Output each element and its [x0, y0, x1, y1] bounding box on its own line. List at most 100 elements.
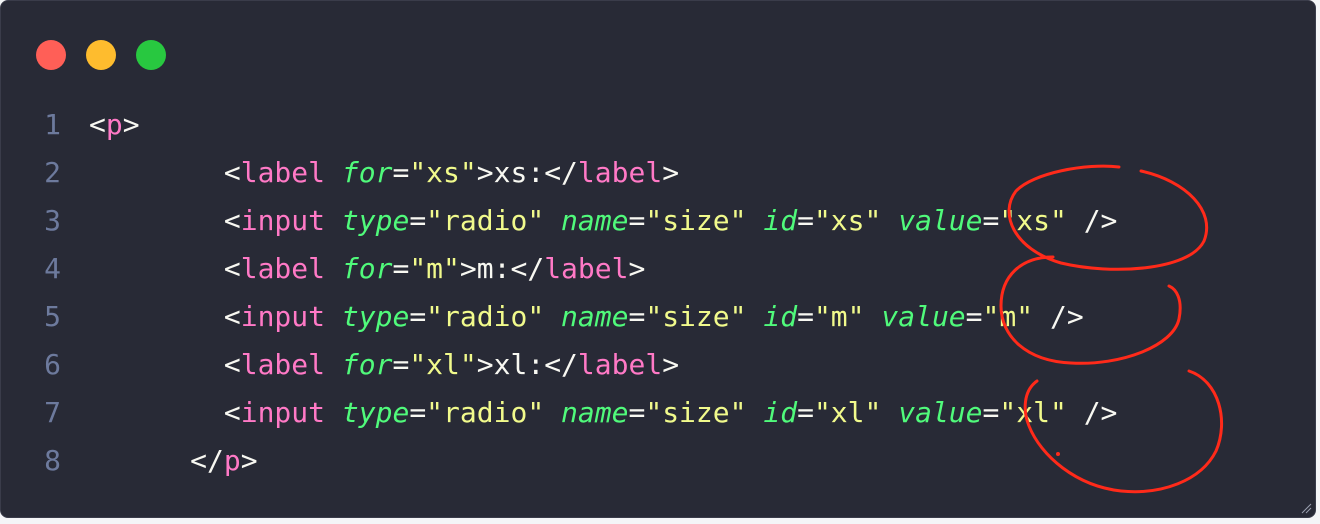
- punctuation-token: <: [223, 348, 241, 381]
- line-number: 8: [44, 444, 61, 477]
- line-number: 1: [44, 108, 61, 141]
- attribute-token: for: [341, 156, 393, 189]
- line-number: 3: [44, 204, 61, 237]
- line-content: </p>: [89, 437, 257, 485]
- line-number: 2: [44, 156, 61, 189]
- attribute-token: value: [881, 300, 966, 333]
- close-dot[interactable]: [36, 40, 66, 70]
- attribute-token: type: [341, 300, 410, 333]
- attribute-token: name: [561, 300, 629, 333]
- punctuation-token: <: [223, 204, 241, 237]
- string-token: "xl": [409, 348, 477, 381]
- string-token: "xl": [813, 396, 882, 429]
- line-content: <input type="radio" name="size" id="m" v…: [89, 293, 1084, 341]
- punctuation-token: <: [223, 252, 241, 285]
- punctuation-token: >: [628, 252, 646, 285]
- punctuation-token: =: [628, 396, 646, 429]
- string-token: "size": [645, 396, 747, 429]
- tag-name-token: p: [105, 108, 123, 141]
- attribute-token: value: [898, 396, 983, 429]
- punctuation-token: =: [965, 300, 983, 333]
- string-token: "m": [409, 252, 460, 285]
- string-token: "radio": [426, 300, 545, 333]
- punctuation-token: =: [392, 156, 410, 189]
- punctuation-token: </: [190, 444, 224, 477]
- punctuation-token: <: [223, 396, 241, 429]
- text-token: m:: [476, 252, 511, 285]
- code-window: 1 <p> 2 <label for="xs">xs:</label> 3 <inpu…: [0, 0, 1316, 518]
- tag-name-token: input: [240, 396, 326, 429]
- tag-name-token: input: [240, 300, 326, 333]
- string-token: "xs": [813, 204, 882, 237]
- punctuation-token: >: [122, 108, 140, 141]
- punctuation-token: </: [544, 156, 578, 189]
- punctuation-token: =: [797, 300, 814, 333]
- string-token: "m": [982, 300, 1034, 333]
- line-content: <label for="xs">xs:</label>: [89, 149, 679, 197]
- punctuation-token: >: [476, 348, 494, 381]
- line-content: <input type="radio" name="size" id="xl" …: [89, 389, 1118, 437]
- maximize-dot[interactable]: [136, 40, 166, 70]
- punctuation-token: =: [392, 252, 410, 285]
- line-content: <label for="m">m:</label>: [89, 245, 645, 293]
- punctuation-token: =: [409, 300, 427, 333]
- tag-name-token: label: [544, 252, 629, 285]
- string-token: "radio": [426, 396, 545, 429]
- punctuation-token: =: [797, 204, 814, 237]
- string-token: "size": [645, 204, 747, 237]
- string-token: "xs": [999, 204, 1067, 237]
- punctuation-token: =: [797, 396, 814, 429]
- punctuation-token: =: [409, 396, 427, 429]
- line-content: <input type="radio" name="size" id="xs" …: [89, 197, 1118, 245]
- punctuation-token: >: [476, 156, 494, 189]
- annotation-dot: [1056, 452, 1060, 456]
- punctuation-token: =: [392, 348, 410, 381]
- tag-name-token: p: [223, 444, 241, 477]
- attribute-token: id: [763, 204, 798, 237]
- attribute-token: type: [341, 204, 410, 237]
- tag-name-token: label: [240, 348, 326, 381]
- tag-name-token: input: [240, 204, 326, 237]
- line-number: 5: [44, 300, 61, 333]
- punctuation-token: <: [223, 156, 241, 189]
- resize-handle-icon[interactable]: [1300, 502, 1312, 514]
- attribute-token: name: [561, 204, 629, 237]
- punctuation-token: <: [89, 108, 106, 141]
- punctuation-token: =: [982, 204, 1000, 237]
- punctuation-token: />: [1083, 204, 1118, 237]
- attribute-token: for: [341, 252, 393, 285]
- punctuation-token: =: [628, 300, 646, 333]
- punctuation-token: </: [510, 252, 545, 285]
- string-token: "radio": [426, 204, 545, 237]
- punctuation-token: </: [544, 348, 578, 381]
- punctuation-token: =: [628, 204, 646, 237]
- punctuation-token: >: [662, 156, 680, 189]
- tag-name-token: label: [577, 156, 663, 189]
- punctuation-token: >: [459, 252, 477, 285]
- text-token: xs:: [493, 156, 545, 189]
- punctuation-token: =: [409, 204, 427, 237]
- line-number: 6: [44, 348, 61, 381]
- attribute-token: value: [898, 204, 983, 237]
- punctuation-token: >: [662, 348, 680, 381]
- string-token: "xl": [999, 396, 1067, 429]
- minimize-dot[interactable]: [86, 40, 116, 70]
- punctuation-token: =: [982, 396, 1000, 429]
